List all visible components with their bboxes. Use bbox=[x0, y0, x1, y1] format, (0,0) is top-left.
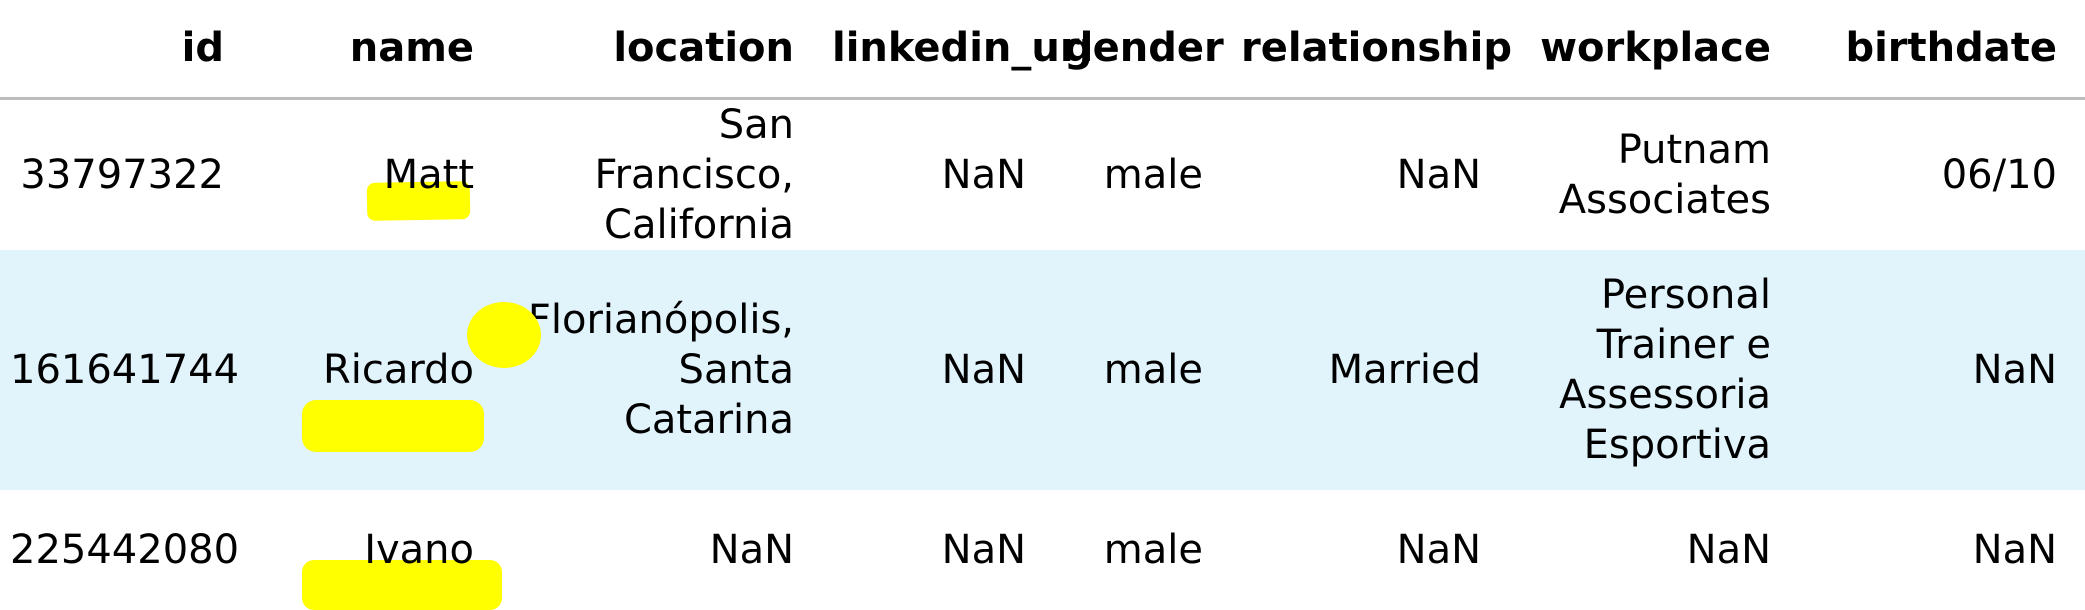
header-row: id name location linkedin_url gender rel… bbox=[0, 0, 2085, 100]
name-text: Ricardo bbox=[322, 346, 474, 393]
cell-relationship: NaN bbox=[1396, 151, 1481, 198]
cell-name: Matt bbox=[252, 98, 502, 250]
redaction-mark bbox=[467, 301, 541, 368]
cell-gender: male bbox=[1103, 151, 1203, 198]
table-row: 33797322 Matt San Francisco, California … bbox=[0, 98, 2085, 250]
dataframe-table: id name location linkedin_url gender rel… bbox=[0, 0, 2085, 610]
cell-workplace: NaN bbox=[1686, 526, 1771, 573]
table-row: 161641744 Ricardo Florianópolis, Santa C… bbox=[0, 249, 2085, 490]
column-header-workplace: workplace bbox=[1509, 0, 1799, 100]
cell-birthdate: NaN bbox=[1972, 526, 2057, 573]
cell-relationship: NaN bbox=[1396, 526, 1481, 573]
cell-birthdate: 06/10 bbox=[1941, 151, 2057, 198]
cell-id: 225442080 bbox=[10, 526, 240, 573]
cell-linkedin-url: NaN bbox=[941, 151, 1026, 198]
name-text: Matt bbox=[383, 151, 474, 198]
cell-relationship: Married bbox=[1328, 346, 1481, 393]
cell-name: Ivano bbox=[252, 490, 502, 610]
redaction-mark bbox=[302, 399, 484, 452]
cell-id: 161641744 bbox=[10, 346, 240, 393]
cell-linkedin-url: NaN bbox=[941, 346, 1026, 393]
cell-linkedin-url: NaN bbox=[941, 526, 1026, 573]
cell-birthdate: NaN bbox=[1972, 346, 2057, 393]
column-header-birthdate: birthdate bbox=[1799, 0, 2085, 100]
column-header-id: id bbox=[0, 0, 252, 100]
column-header-location: location bbox=[502, 0, 822, 100]
column-header-gender: gender bbox=[1054, 0, 1231, 100]
cell-location: San Francisco, California bbox=[594, 101, 794, 248]
name-text: Ivano bbox=[364, 526, 474, 573]
table-row: 225442080 Ivano NaN NaN male NaN NaN NaN bbox=[0, 490, 2085, 610]
column-header-linkedin-url: linkedin_url bbox=[822, 0, 1093, 100]
column-header-name: name bbox=[252, 0, 502, 100]
cell-gender: male bbox=[1103, 526, 1203, 573]
cell-workplace: Personal Trainer e Assessoria Esportiva bbox=[1559, 271, 1771, 468]
cell-location: NaN bbox=[709, 526, 794, 573]
cell-gender: male bbox=[1103, 346, 1203, 393]
column-header-relationship: relationship bbox=[1231, 0, 1512, 100]
cell-id: 33797322 bbox=[20, 151, 224, 198]
cell-name: Ricardo bbox=[252, 250, 541, 490]
cell-location: Florianópolis, Santa Catarina bbox=[527, 296, 794, 443]
cell-workplace: Putnam Associates bbox=[1558, 126, 1771, 223]
